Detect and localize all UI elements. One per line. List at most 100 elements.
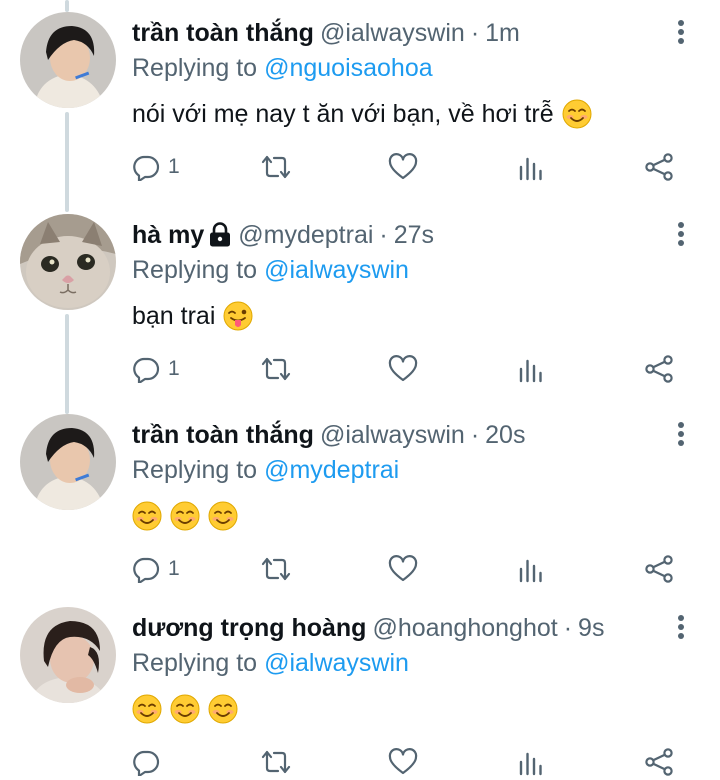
- timestamp[interactable]: 1m: [485, 19, 520, 48]
- display-name[interactable]: trần toàn thắng: [132, 421, 314, 450]
- tweet-text: nói với mẹ nay t ăn với bạn, về hơi trễ: [132, 96, 592, 132]
- reply-button[interactable]: 1: [132, 354, 180, 384]
- analytics-button[interactable]: [518, 152, 544, 182]
- separator-dot: ·: [563, 613, 573, 642]
- more-vertical-icon[interactable]: [667, 220, 695, 248]
- share-icon: [645, 153, 673, 181]
- tweet-actions: 1: [132, 554, 692, 584]
- retweet-icon: [261, 750, 291, 774]
- analytics-icon: [519, 752, 542, 776]
- replying-label: Replying to: [132, 648, 258, 677]
- avatar[interactable]: [20, 12, 116, 108]
- analytics-icon: [519, 559, 542, 583]
- display-name[interactable]: hà my: [132, 221, 204, 250]
- avatar[interactable]: [20, 607, 116, 703]
- heart-icon: [388, 748, 418, 775]
- user-handle[interactable]: @mydeptrai: [238, 221, 373, 250]
- heart-icon: [388, 555, 418, 582]
- mention-link[interactable]: @ialwayswin: [264, 256, 409, 285]
- reply-count: 1: [168, 557, 180, 580]
- separator-dot: ·: [470, 420, 480, 449]
- reply-icon: [133, 557, 160, 583]
- timestamp[interactable]: 9s: [578, 614, 604, 643]
- avatar[interactable]: [20, 214, 116, 310]
- user-handle[interactable]: @ialwayswin: [320, 421, 465, 450]
- tweet[interactable]: dương trọng hoàng @hoanghonghot · 9s Rep…: [0, 595, 720, 780]
- mention-link[interactable]: @ialwayswin: [264, 649, 409, 678]
- reply-count: 1: [168, 155, 180, 178]
- analytics-icon: [519, 359, 542, 383]
- like-button[interactable]: [388, 747, 418, 777]
- mention-link[interactable]: @nguoisaohoa: [264, 54, 433, 83]
- reply-button[interactable]: 1: [132, 152, 180, 182]
- analytics-button[interactable]: [518, 747, 544, 777]
- retweet-button[interactable]: [260, 354, 292, 384]
- share-icon: [645, 555, 673, 583]
- smiling-face-emoji: [170, 501, 200, 531]
- replying-label: Replying to: [132, 455, 258, 484]
- more-vertical-icon[interactable]: [667, 420, 695, 448]
- retweet-button[interactable]: [260, 747, 292, 777]
- share-button[interactable]: [644, 554, 674, 584]
- tweet-header: hà my @mydeptrai · 27s: [132, 218, 434, 252]
- heart-icon: [388, 153, 418, 180]
- like-button[interactable]: [388, 354, 418, 384]
- replying-label: Replying to: [132, 255, 258, 284]
- avatar[interactable]: [20, 414, 116, 510]
- tweet[interactable]: trần toàn thắng @ialwayswin · 1m Replyin…: [0, 0, 720, 200]
- tweet-text-body: bạn trai: [132, 301, 216, 330]
- like-button[interactable]: [388, 152, 418, 182]
- display-name[interactable]: trần toàn thắng: [132, 19, 314, 48]
- share-icon: [645, 748, 673, 776]
- retweet-icon: [261, 557, 291, 581]
- share-button[interactable]: [644, 152, 674, 182]
- separator-dot: ·: [470, 18, 480, 47]
- tweet[interactable]: hà my @mydeptrai · 27s Replying to @ialw…: [0, 202, 720, 402]
- heart-icon: [388, 355, 418, 382]
- display-name[interactable]: dương trọng hoàng: [132, 614, 366, 643]
- retweet-icon: [261, 357, 291, 381]
- tweet-text: [132, 498, 238, 534]
- analytics-icon: [519, 157, 542, 181]
- smiling-face-emoji: [132, 694, 162, 724]
- timestamp[interactable]: 20s: [485, 421, 525, 450]
- timestamp[interactable]: 27s: [394, 221, 434, 250]
- tweet-header: trần toàn thắng @ialwayswin · 20s: [132, 418, 525, 452]
- smiling-face-emoji: [561, 99, 592, 129]
- retweet-button[interactable]: [260, 152, 292, 182]
- mention-link[interactable]: @mydeptrai: [264, 456, 399, 485]
- analytics-button[interactable]: [518, 554, 544, 584]
- analytics-button[interactable]: [518, 354, 544, 384]
- winking-tongue-emoji: [223, 301, 254, 331]
- share-button[interactable]: [644, 354, 674, 384]
- tweet-actions: 1: [132, 152, 692, 182]
- tweet-actions: [132, 747, 692, 777]
- more-vertical-icon[interactable]: [667, 18, 695, 46]
- smiling-face-emoji: [208, 694, 238, 724]
- retweet-icon: [261, 155, 291, 179]
- reply-button[interactable]: 1: [132, 554, 180, 584]
- more-vertical-icon[interactable]: [667, 613, 695, 641]
- replying-to: Replying to @nguoisaohoa: [132, 52, 433, 84]
- tweet-actions: 1: [132, 354, 692, 384]
- replying-label: Replying to: [132, 53, 258, 82]
- user-handle[interactable]: @hoanghonghot: [372, 614, 557, 643]
- share-icon: [645, 355, 673, 383]
- lock-icon: [210, 222, 231, 247]
- tweet[interactable]: trần toàn thắng @ialwayswin · 20s Replyi…: [0, 402, 720, 598]
- retweet-button[interactable]: [260, 554, 292, 584]
- share-button[interactable]: [644, 747, 674, 777]
- replying-to: Replying to @ialwayswin: [132, 647, 409, 679]
- reply-icon: [133, 357, 160, 383]
- tweet-header: trần toàn thắng @ialwayswin · 1m: [132, 16, 520, 50]
- tweet-text-body: nói với mẹ nay t ăn với bạn, về hơi trễ: [132, 99, 554, 128]
- like-button[interactable]: [388, 554, 418, 584]
- tweet-text: bạn trai: [132, 298, 254, 334]
- smiling-face-emoji: [208, 501, 238, 531]
- reply-count: 1: [168, 357, 180, 380]
- reply-button[interactable]: [132, 747, 160, 777]
- user-handle[interactable]: @ialwayswin: [320, 19, 465, 48]
- tweet-text: [132, 691, 238, 727]
- separator-dot: ·: [379, 220, 388, 249]
- smiling-face-emoji: [132, 501, 162, 531]
